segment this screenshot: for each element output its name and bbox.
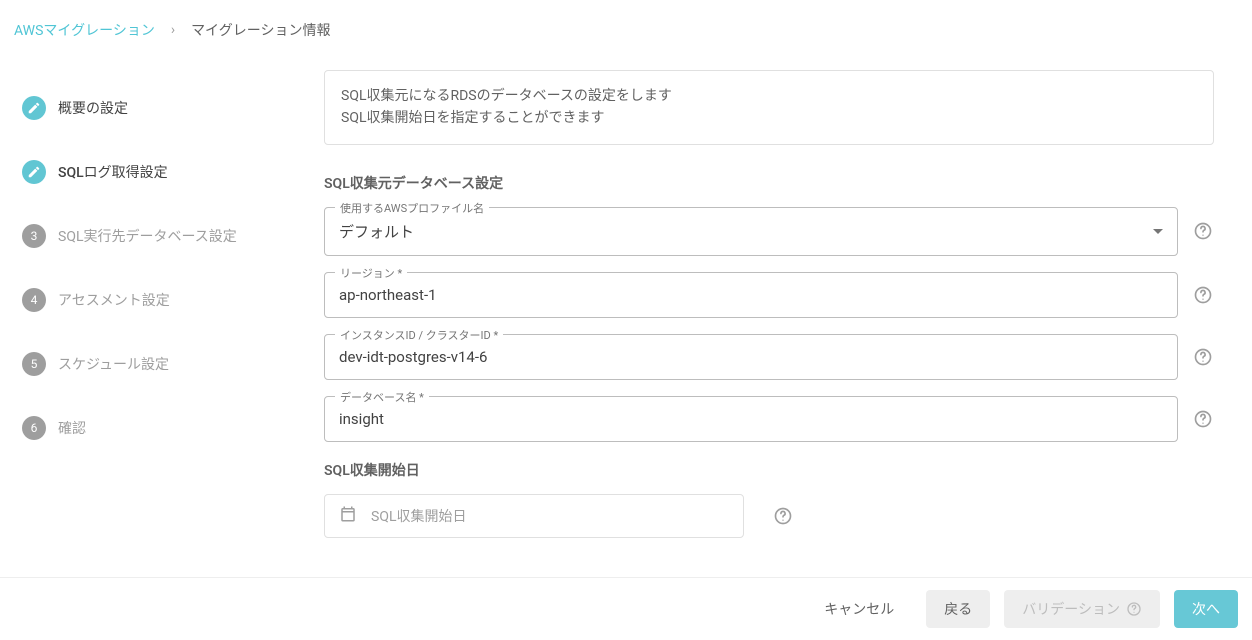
date-placeholder: SQL収集開始日 xyxy=(371,506,466,526)
next-button[interactable]: 次へ xyxy=(1174,590,1238,628)
date-section-title: SQL収集開始日 xyxy=(324,460,1214,480)
validation-button[interactable]: バリデーション xyxy=(1004,590,1160,628)
instance-id-input[interactable]: インスタンスID / クラスターID * dev-idt-postgres-v1… xyxy=(324,334,1178,380)
field-value: ap-northeast-1 xyxy=(339,286,437,304)
step-assessment[interactable]: 4 アセスメント設定 xyxy=(14,268,324,332)
step-number-icon: 3 xyxy=(22,224,46,248)
step-schedule[interactable]: 5 スケジュール設定 xyxy=(14,332,324,396)
help-icon[interactable] xyxy=(1192,284,1214,306)
field-label: インスタンスID / クラスターID * xyxy=(335,327,503,343)
field-label: 使用するAWSプロファイル名 xyxy=(335,200,489,216)
main-panel: SQL収集元になるRDSのデータベースの設定をします SQL収集開始日を指定する… xyxy=(324,60,1214,538)
back-button[interactable]: 戻る xyxy=(926,590,990,628)
step-number-icon: 6 xyxy=(22,416,46,440)
intro-line: SQL収集開始日を指定することができます xyxy=(341,107,1197,129)
intro-line: SQL収集元になるRDSのデータベースの設定をします xyxy=(341,85,1197,107)
help-icon xyxy=(1126,601,1142,617)
help-icon[interactable] xyxy=(772,505,794,527)
database-name-input[interactable]: データベース名 * insight xyxy=(324,396,1178,442)
breadcrumb-current: マイグレーション情報 xyxy=(191,20,330,40)
step-label: 確認 xyxy=(58,418,86,438)
pencil-icon xyxy=(22,160,46,184)
chevron-right-icon: › xyxy=(171,22,175,38)
breadcrumb: AWSマイグレーション › マイグレーション情報 xyxy=(0,0,1252,60)
start-date-input[interactable]: SQL収集開始日 xyxy=(324,494,744,538)
help-icon[interactable] xyxy=(1192,408,1214,430)
field-value: dev-idt-postgres-v14-6 xyxy=(339,348,487,366)
stepper: 概要の設定 SQLログ取得設定 3 SQL実行先データベース設定 4 アセスメン… xyxy=(14,60,324,538)
step-label: スケジュール設定 xyxy=(58,354,169,374)
step-label: SQL実行先データベース設定 xyxy=(58,226,237,246)
pencil-icon xyxy=(22,96,46,120)
breadcrumb-root-link[interactable]: AWSマイグレーション xyxy=(14,20,155,40)
chevron-down-icon xyxy=(1153,229,1163,234)
cancel-button[interactable]: キャンセル xyxy=(806,590,912,628)
field-label: リージョン * xyxy=(335,265,407,281)
intro-card: SQL収集元になるRDSのデータベースの設定をします SQL収集開始日を指定する… xyxy=(324,70,1214,145)
help-icon[interactable] xyxy=(1192,346,1214,368)
region-input[interactable]: リージョン * ap-northeast-1 xyxy=(324,272,1178,318)
section-title: SQL収集元データベース設定 xyxy=(324,173,1214,193)
step-label: アセスメント設定 xyxy=(58,290,170,310)
step-number-icon: 5 xyxy=(22,352,46,376)
step-sql-target-db[interactable]: 3 SQL実行先データベース設定 xyxy=(14,204,324,268)
step-overview[interactable]: 概要の設定 xyxy=(14,76,324,140)
step-sql-log[interactable]: SQLログ取得設定 xyxy=(14,140,324,204)
step-confirm[interactable]: 6 確認 xyxy=(14,396,324,460)
step-label: 概要の設定 xyxy=(58,98,128,118)
field-label: データベース名 * xyxy=(335,389,429,405)
calendar-icon xyxy=(339,505,357,527)
help-icon[interactable] xyxy=(1192,220,1214,242)
footer-actions: キャンセル 戻る バリデーション 次へ xyxy=(0,577,1252,640)
step-number-icon: 4 xyxy=(22,288,46,312)
step-label: SQLログ取得設定 xyxy=(58,162,168,182)
validation-button-label: バリデーション xyxy=(1022,599,1120,619)
field-value: insight xyxy=(339,410,384,428)
field-value: デフォルト xyxy=(339,221,414,242)
aws-profile-select[interactable]: 使用するAWSプロファイル名 デフォルト xyxy=(324,207,1178,256)
